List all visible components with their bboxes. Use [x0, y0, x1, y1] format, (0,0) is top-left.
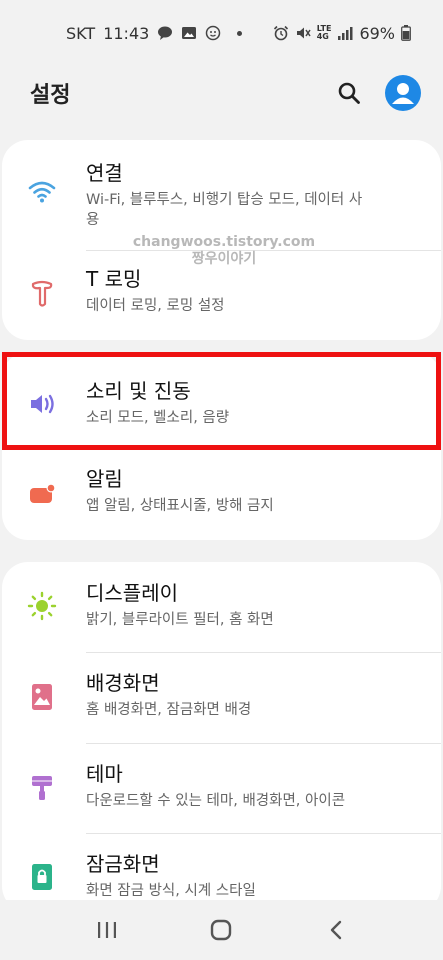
back-icon — [330, 920, 342, 940]
person-icon — [392, 83, 414, 104]
watermark-name: 짱우이야기 — [191, 251, 257, 267]
search-icon — [338, 82, 360, 104]
speaker-icon — [26, 388, 58, 420]
settings-group-sound-notifications: 소리 및 진동 소리 모드, 벨소리, 음량 알림 앱 알림, 상태표시줄, 방… — [2, 352, 441, 540]
status-left: SKT 11:43 — [66, 23, 243, 43]
item-texts: 디스플레이 밝기, 블루라이트 필터, 홈 화면 — [86, 580, 294, 630]
item-texts: T 로밍 데이터 로밍, 로밍 설정 — [86, 266, 245, 316]
brightness-icon — [26, 590, 58, 622]
battery-percent: 69% — [359, 23, 395, 43]
navigation-bar — [0, 900, 443, 960]
gallery-icon — [181, 25, 197, 41]
item-subtitle: 데이터 로밍, 로밍 설정 — [86, 298, 225, 314]
item-texts: 배경화면 홈 배경화면, 잠금화면 배경 — [86, 670, 271, 720]
item-texts: 테마 다운로드할 수 있는 테마, 배경화면, 아이콘 — [86, 761, 365, 811]
settings-item-wallpaper[interactable]: 배경화면 홈 배경화면, 잠금화면 배경 — [2, 652, 441, 743]
item-title: T 로밍 — [86, 267, 142, 291]
talk-message-icon — [157, 25, 173, 41]
item-title: 테마 — [86, 762, 123, 786]
settings-group-display: 디스플레이 밝기, 블루라이트 필터, 홈 화면 배경화면 홈 배경화면, 잠금… — [2, 562, 441, 912]
status-bar: SKT 11:43 LTE 4G 69% — [0, 0, 443, 66]
wifi-icon — [26, 176, 58, 208]
mute-icon — [295, 25, 311, 41]
wallpaper-icon — [26, 681, 58, 713]
lock-icon — [26, 861, 58, 893]
settings-item-sound-vibration[interactable]: 소리 및 진동 소리 모드, 벨소리, 음량 — [2, 352, 441, 450]
status-right: LTE 4G 69% — [273, 24, 417, 43]
header-actions — [335, 75, 421, 111]
settings-item-theme[interactable]: 테마 다운로드할 수 있는 테마, 배경화면, 아이콘 — [2, 743, 441, 833]
item-subtitle: 앱 알림, 상태표시줄, 방해 금지 — [86, 498, 274, 514]
back-button[interactable] — [316, 910, 356, 950]
item-title: 연결 — [86, 161, 123, 185]
item-subtitle: 소리 모드, 벨소리, 음량 — [86, 410, 230, 426]
settings-item-notifications[interactable]: 알림 앱 알림, 상태표시줄, 방해 금지 — [2, 450, 441, 540]
item-subtitle: 화면 잠금 방식, 시계 스타일 — [86, 883, 256, 899]
home-icon — [211, 919, 232, 941]
item-title: 알림 — [86, 467, 123, 491]
theme-brush-icon — [26, 771, 58, 803]
home-button[interactable] — [201, 910, 241, 950]
watermark: changwoos.tistory.com 짱우이야기 — [126, 234, 322, 268]
watermark-url: changwoos.tistory.com — [132, 234, 316, 250]
item-texts: 알림 앱 알림, 상태표시줄, 방해 금지 — [86, 466, 294, 516]
item-subtitle: 다운로드할 수 있는 테마, 배경화면, 아이콘 — [86, 793, 346, 809]
network-type: LTE 4G — [317, 25, 332, 41]
item-title: 잠금화면 — [86, 852, 160, 876]
face-sticker-icon — [205, 25, 221, 41]
item-title: 소리 및 진동 — [86, 379, 191, 403]
battery-icon — [401, 25, 417, 41]
more-notifications-dot-icon — [237, 30, 243, 36]
item-subtitle: 홈 배경화면, 잠금화면 배경 — [86, 702, 252, 718]
search-button[interactable] — [335, 79, 363, 107]
notification-icon — [26, 478, 58, 510]
item-texts: 연결 Wi-Fi, 블루투스, 비행기 탑승 모드, 데이터 사용 — [86, 160, 386, 230]
item-subtitle: 밝기, 블루라이트 필터, 홈 화면 — [86, 612, 274, 628]
page-title: 설정 — [30, 83, 71, 108]
t-roaming-icon — [26, 278, 58, 310]
alarm-icon — [273, 25, 289, 41]
item-texts: 소리 및 진동 소리 모드, 벨소리, 음량 — [86, 378, 249, 428]
account-avatar-button[interactable] — [385, 75, 421, 111]
item-title: 배경화면 — [86, 671, 160, 695]
item-title: 디스플레이 — [86, 581, 178, 605]
carrier-label: SKT — [66, 23, 96, 43]
recent-apps-icon — [98, 922, 117, 938]
item-texts: 잠금화면 화면 잠금 방식, 시계 스타일 — [86, 851, 276, 901]
settings-item-display[interactable]: 디스플레이 밝기, 블루라이트 필터, 홈 화면 — [2, 562, 441, 652]
network-sub-label: 4G — [316, 32, 329, 41]
app-header: 설정 — [0, 66, 443, 120]
recent-apps-button[interactable] — [87, 910, 127, 950]
clock: 11:43 — [103, 23, 150, 43]
signal-icon — [337, 25, 353, 41]
item-subtitle: Wi-Fi, 블루투스, 비행기 탑승 모드, 데이터 사용 — [86, 192, 363, 228]
